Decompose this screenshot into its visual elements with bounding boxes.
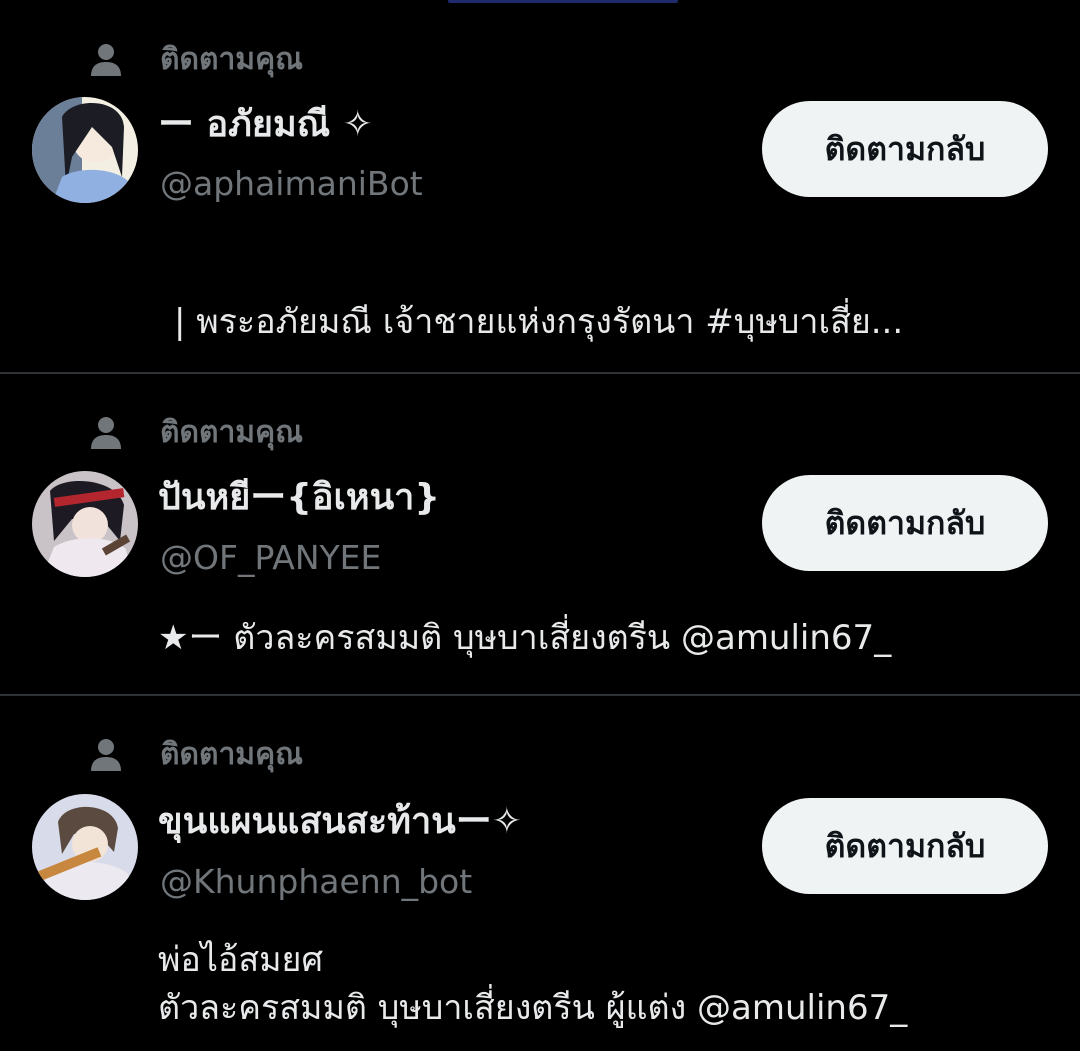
follows-you-label: ติดตามคุณ bbox=[160, 42, 303, 77]
avatar[interactable] bbox=[32, 471, 138, 577]
follows-you-row: ติดตามคุณ bbox=[88, 413, 303, 453]
user-handle[interactable]: @aphaimaniBot bbox=[160, 162, 423, 206]
display-name[interactable]: ー อภัยมณี ✧ bbox=[158, 101, 373, 149]
bio-line: พ่อไอ้สมยศ bbox=[158, 940, 324, 980]
person-icon bbox=[91, 417, 121, 449]
bio-line: | พระอภัยมณี เจ้าชายแห่งกรุงรัตนา #บุษบา… bbox=[174, 302, 904, 342]
person-icon bbox=[91, 44, 121, 76]
follows-you-row: ติดตามคุณ bbox=[88, 40, 303, 80]
divider bbox=[0, 372, 1080, 374]
avatar[interactable] bbox=[32, 97, 138, 203]
divider bbox=[0, 694, 1080, 696]
display-name[interactable]: ปันหยีー{อิเหนา} bbox=[158, 474, 440, 522]
display-name[interactable]: ขุนแผนแสนสะท้านー✧ bbox=[158, 798, 522, 846]
follow-back-button[interactable]: ติดตามกลับ bbox=[762, 475, 1048, 571]
avatar[interactable] bbox=[32, 794, 138, 900]
follows-you-row: ติดตามคุณ bbox=[88, 735, 303, 775]
user-bio: ★ー ตัวละครสมมติ บุษบาเสี่ยงตรีน @amulin6… bbox=[158, 614, 891, 662]
user-handle[interactable]: @Khunphaenn_bot bbox=[160, 860, 472, 904]
user-bio: | พระอภัยมณี เจ้าชายแห่งกรุงรัตนา #บุษบา… bbox=[174, 298, 903, 346]
follow-back-button[interactable]: ติดตามกลับ bbox=[762, 798, 1048, 894]
bio-line: ตัวละครสมมติ บุษบาเสี่ยงตรีน ผู้แต่ง @am… bbox=[158, 988, 908, 1028]
person-icon bbox=[91, 739, 121, 771]
user-bio: พ่อไอ้สมยศ ตัวละครสมมติ บุษบาเสี่ยงตรีน … bbox=[158, 936, 907, 1032]
bio-line: ★ー ตัวละครสมมติ บุษบาเสี่ยงตรีน @amulin6… bbox=[158, 618, 892, 658]
follows-you-label: ติดตามคุณ bbox=[160, 415, 303, 450]
follows-you-label: ติดตามคุณ bbox=[160, 737, 303, 772]
user-handle[interactable]: @OF_PANYEE bbox=[160, 536, 381, 580]
top-scroll-indicator bbox=[448, 0, 678, 3]
follow-back-button[interactable]: ติดตามกลับ bbox=[762, 101, 1048, 197]
